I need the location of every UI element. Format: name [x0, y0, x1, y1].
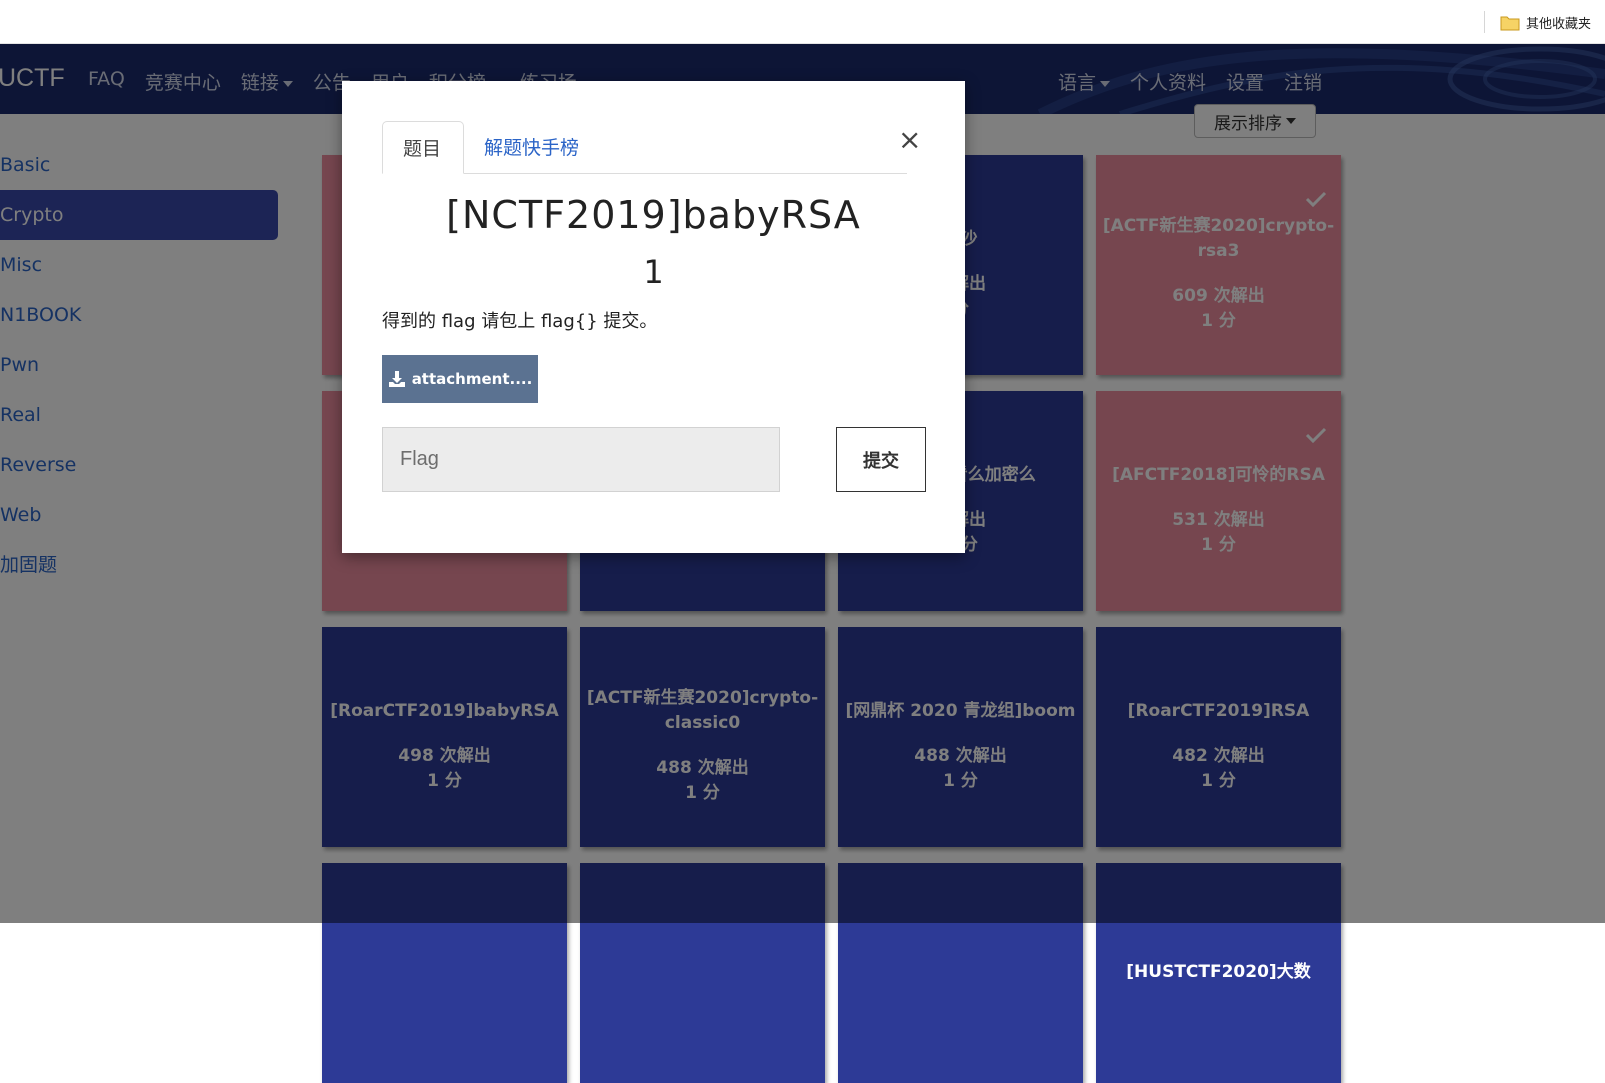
bookmark-folder-label: 其他收藏夹: [1526, 16, 1592, 32]
submit-flag-button[interactable]: 提交: [836, 427, 926, 492]
bookmark-separator: [1484, 11, 1485, 33]
challenge-modal: 题目 解题快手榜 × [NCTF2019]babyRSA 1 得到的 flag …: [342, 81, 965, 553]
challenge-title: [NCTF2019]babyRSA: [446, 193, 861, 237]
bookmark-bar: 其他收藏夹: [0, 0, 1605, 44]
challenge-points: 1: [643, 253, 664, 291]
bookmark-folder-other[interactable]: 其他收藏夹: [1500, 11, 1591, 33]
attachment-download-button[interactable]: attachment....: [382, 355, 538, 403]
flag-input[interactable]: [382, 427, 780, 492]
folder-icon: [1500, 16, 1520, 30]
close-icon[interactable]: ×: [898, 126, 921, 154]
tab-solves-leaderboard[interactable]: 解题快手榜: [464, 121, 599, 174]
tab-challenge[interactable]: 题目: [382, 121, 464, 174]
attachment-label: attachment....: [411, 370, 533, 388]
download-icon: [388, 371, 405, 387]
challenge-description: 得到的 flag 请包上 flag{} 提交。: [382, 311, 658, 332]
challenge-card-title: [HUSTCTF2020]大数: [1126, 961, 1311, 982]
modal-tabs: 题目 解题快手榜: [382, 121, 907, 174]
